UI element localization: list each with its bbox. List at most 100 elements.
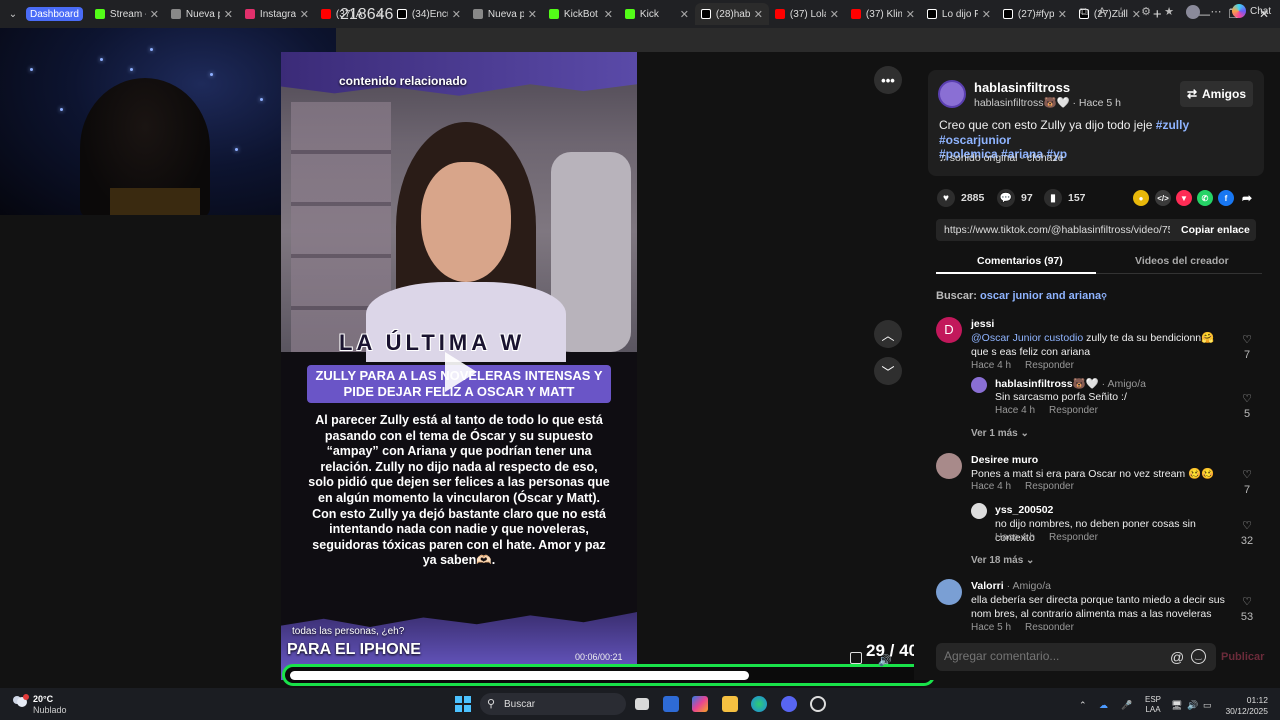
playlist-icon[interactable]: [850, 652, 862, 664]
video-link[interactable]: https://www.tiktok.com/@hablasinfiltross…: [944, 224, 1170, 236]
comment-avatar[interactable]: [936, 453, 962, 479]
view-more-replies[interactable]: Ver 18 más ⌄: [971, 555, 1034, 566]
tab-kick[interactable]: Kick ✕: [619, 3, 695, 25]
cloudy-weather-icon[interactable]: [10, 694, 30, 708]
comment-like-icon[interactable]: ♡: [1240, 519, 1254, 532]
favorite-star-icon[interactable]: ☆: [1114, 5, 1128, 19]
send-icon[interactable]: ▼: [1176, 190, 1192, 206]
mention-icon[interactable]: @: [1170, 649, 1184, 665]
tab-instagram[interactable]: Instagram ✕: [239, 3, 315, 25]
close-icon[interactable]: ✕: [754, 8, 763, 21]
task-view-icon[interactable]: [635, 698, 649, 710]
profile-avatar-icon[interactable]: [1186, 5, 1200, 19]
close-icon[interactable]: ✕: [982, 8, 991, 21]
comment-input[interactable]: [944, 649, 1164, 663]
close-icon[interactable]: ✕: [224, 8, 233, 21]
tab-creator-videos[interactable]: Videos del creador: [1135, 255, 1229, 267]
app-icon[interactable]: [810, 696, 826, 712]
tab-youtube-klim[interactable]: (37) Klim ✕: [845, 3, 921, 25]
close-icon[interactable]: ✕: [1058, 8, 1067, 21]
reply-avatar[interactable]: [971, 503, 987, 519]
more-options-icon[interactable]: •••: [874, 66, 902, 94]
comment-avatar[interactable]: D: [936, 317, 962, 343]
reply-button[interactable]: Responder: [1025, 360, 1074, 371]
widgets-icon[interactable]: [663, 696, 679, 712]
comment-like-icon[interactable]: ♡: [1240, 333, 1254, 346]
close-icon[interactable]: ✕: [604, 8, 613, 21]
author-avatar[interactable]: [938, 80, 966, 108]
more-menu-icon[interactable]: ⋯: [1209, 5, 1223, 19]
favorites-icon[interactable]: ★: [1162, 5, 1176, 19]
close-icon[interactable]: ✕: [300, 8, 309, 21]
comment-author[interactable]: jessi: [971, 318, 994, 330]
author-name[interactable]: hablasinfiltross: [974, 80, 1070, 95]
previous-video-icon[interactable]: ︿: [874, 320, 902, 348]
reply-avatar[interactable]: [971, 377, 987, 393]
comment-like-icon[interactable]: ♡: [1240, 595, 1254, 608]
taskbar-clock[interactable]: 01:12 30/12/2025: [1218, 695, 1268, 717]
volume-icon[interactable]: 🔊: [878, 654, 892, 667]
share-arrow-icon[interactable]: ➦: [1239, 190, 1255, 206]
edge-browser-icon[interactable]: [751, 696, 767, 712]
discord-icon[interactable]: [781, 696, 797, 712]
sound-link[interactable]: ♫ sonido original - cfohaze: [939, 152, 1064, 164]
taskbar-search-box[interactable]: [480, 693, 626, 715]
reply-author[interactable]: yss_200502: [995, 504, 1053, 516]
battery-icon[interactable]: ▭: [1203, 700, 1212, 711]
tab-tiktok-fyp[interactable]: (27)#fyp ✕: [997, 3, 1073, 25]
reply-button[interactable]: Responder: [1025, 622, 1074, 630]
comment-search-suggestion[interactable]: Buscar: oscar junior and ariana⚲: [936, 290, 1107, 302]
whatsapp-icon[interactable]: ✆: [1197, 190, 1213, 206]
save-button[interactable]: ▮ 157: [1044, 189, 1086, 207]
tab-comments[interactable]: Comentarios (97): [977, 255, 1063, 267]
tab-tiktok-lo-dijo[interactable]: Lo dijo Fe ✕: [921, 3, 997, 25]
close-icon[interactable]: ✕: [830, 8, 839, 21]
url-fragment[interactable]: 218646: [340, 6, 393, 24]
volume-tray-icon[interactable]: 🔊: [1187, 700, 1198, 711]
reply-author[interactable]: hablasinfiltross🐻🤍 · Amigo/a: [995, 377, 1146, 390]
tab-kickbot[interactable]: KickBot - K ✕: [543, 3, 619, 25]
weather-temp[interactable]: 20°C: [33, 694, 53, 704]
close-icon[interactable]: ✕: [452, 8, 461, 21]
emoji-icon[interactable]: ‿: [1191, 649, 1206, 664]
onedrive-icon[interactable]: ☁: [1099, 700, 1108, 711]
tab-nueva-pestana[interactable]: Nueva pe ✕: [165, 3, 239, 25]
close-icon[interactable]: ✕: [906, 8, 915, 21]
open-external-icon[interactable]: ⧉: [1077, 5, 1091, 19]
video-player[interactable]: contenido relacionado LA ÚLTIMA W ZULLY …: [281, 52, 637, 680]
tab-youtube-lola[interactable]: (37) Lola- ✕: [769, 3, 845, 25]
tab-actions-menu-icon[interactable]: ⌄: [0, 0, 26, 28]
comment-mention[interactable]: @Oscar Junior custodio: [971, 332, 1083, 344]
related-content-label[interactable]: contenido relacionado: [339, 74, 467, 88]
tab-stream[interactable]: Stream - K ✕: [89, 3, 165, 25]
close-icon[interactable]: ✕: [150, 8, 159, 21]
network-icon[interactable]: 🖥: [1171, 700, 1182, 711]
tray-chevron-icon[interactable]: ⌃: [1079, 700, 1087, 711]
play-icon[interactable]: [445, 352, 477, 392]
coin-share-icon[interactable]: ●: [1133, 190, 1149, 206]
comment-like-icon[interactable]: ♡: [1240, 392, 1254, 405]
copilot-app-icon[interactable]: [692, 696, 708, 712]
translate-icon[interactable]: A: [1095, 5, 1109, 19]
language-indicator[interactable]: ESP LAA: [1145, 695, 1161, 715]
reply-button[interactable]: Responder: [1049, 405, 1098, 416]
publish-button[interactable]: Publicar: [1221, 651, 1264, 663]
view-more-replies[interactable]: Ver 1 más ⌄: [971, 428, 1029, 439]
comment-author[interactable]: Valorri · Amigo/a: [971, 580, 1051, 592]
comment-author[interactable]: Desiree muro: [971, 454, 1038, 466]
comment-avatar[interactable]: [936, 579, 962, 605]
friends-button[interactable]: ⇄ Amigos: [1180, 81, 1253, 107]
reply-button[interactable]: Responder: [1025, 481, 1074, 492]
comment-like-icon[interactable]: ♡: [1240, 468, 1254, 481]
windows-start-icon[interactable]: [455, 696, 471, 712]
like-button[interactable]: ♥ 2885: [937, 189, 984, 207]
facebook-icon[interactable]: f: [1218, 190, 1234, 206]
tab-nueva-pestana-2[interactable]: Nueva pe ✕: [467, 3, 543, 25]
close-icon[interactable]: ✕: [528, 8, 537, 21]
copilot-chat-button[interactable]: Chat: [1232, 4, 1271, 18]
extensions-icon[interactable]: ⚙: [1139, 5, 1153, 19]
close-icon[interactable]: ✕: [680, 8, 689, 21]
tab-dashboard[interactable]: Dashboard: [26, 7, 83, 21]
file-explorer-icon[interactable]: [722, 696, 738, 712]
tab-tiktok-hablasinfiltross[interactable]: (28)hablas ✕: [694, 3, 769, 25]
